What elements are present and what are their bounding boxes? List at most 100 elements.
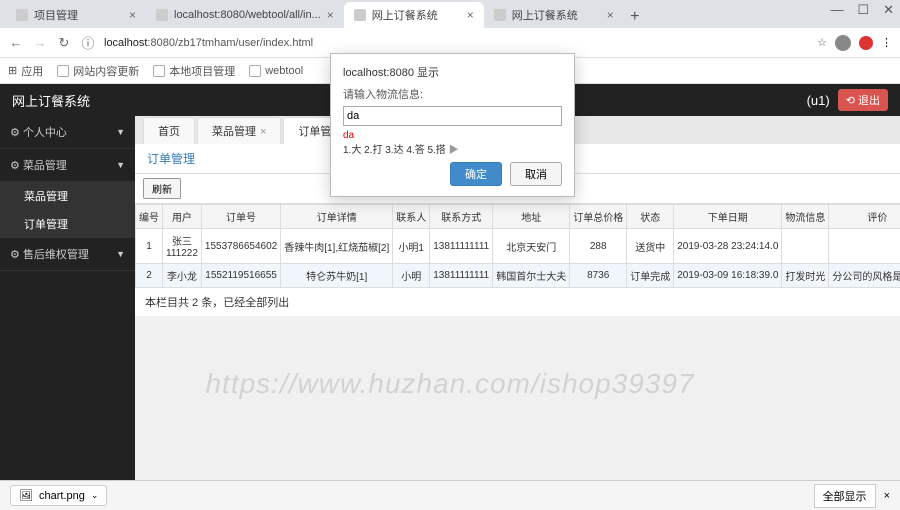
sidebar-item-dishes[interactable]: ⚙ 菜品管理▼ — [0, 149, 135, 182]
favicon-icon — [156, 9, 168, 21]
sidebar-sub-dishes[interactable]: 菜品管理 — [0, 182, 135, 210]
forward-icon[interactable]: → — [32, 35, 48, 50]
ime-candidates: 1.大 2.打 3.达 4.答 5.搭 — [343, 145, 446, 156]
sidebar-sub-orders[interactable]: 订单管理 — [0, 210, 135, 238]
bookmark-item[interactable]: 网站内容更新 — [57, 63, 139, 79]
refresh-button[interactable]: 刷新 — [143, 178, 181, 199]
browser-tab-active[interactable]: 网上订餐系统 × — [344, 2, 484, 28]
col-header[interactable]: 订单详情 — [281, 205, 393, 229]
close-icon[interactable]: × — [467, 8, 474, 22]
tab-label: 首页 — [158, 126, 180, 138]
col-header[interactable]: 用户 — [163, 205, 202, 229]
close-icon[interactable]: × — [129, 8, 136, 22]
tab-dishes[interactable]: 菜品管理 × — [197, 117, 281, 144]
close-icon[interactable]: × — [327, 8, 334, 22]
dialog-cancel-button[interactable]: 取消 — [510, 162, 562, 186]
table-cell: 13811111111 — [430, 264, 493, 288]
show-all-button[interactable]: 全部显示 — [814, 484, 876, 508]
download-filename: chart.png — [39, 490, 85, 502]
col-header[interactable]: 状态 — [627, 205, 674, 229]
url-host: localhost — [104, 37, 147, 49]
sidebar: ⚙ 个人中心▼ ⚙ 菜品管理▼ 菜品管理 订单管理 ⚙ 售后维权管理 ▼ — [0, 116, 135, 502]
order-table-wrap: 编号用户订单号订单详情联系人联系方式地址订单总价格状态下单日期物流信息评价回复状… — [135, 204, 900, 288]
user-label[interactable]: (u1) — [807, 93, 830, 108]
sidebar-label: 售后维权管理 — [23, 249, 89, 261]
dialog-input[interactable] — [343, 106, 562, 126]
table-summary: 本栏目共 2 条，已经全部列出 — [135, 288, 900, 316]
extension-icon[interactable] — [859, 36, 873, 50]
minimize-icon[interactable]: — — [830, 2, 843, 18]
gear-icon: ⚙ — [10, 127, 20, 139]
table-cell: 13811111111 — [430, 229, 493, 264]
logout-button[interactable]: ⟲ 退出 — [838, 89, 888, 111]
url-input[interactable]: localhost:8080/zb17tmham/user/index.html — [104, 37, 809, 49]
menu-icon[interactable]: ⋮ — [881, 36, 892, 49]
bookmark-label: webtool — [265, 65, 303, 77]
sidebar-label: 菜品管理 — [23, 160, 67, 172]
col-header[interactable]: 下单日期 — [674, 205, 782, 229]
table-cell: 288 — [570, 229, 627, 264]
bookmark-item[interactable]: 本地项目管理 — [153, 63, 235, 79]
prompt-dialog: localhost:8080 显示 请输入物流信息: da1.大 2.打 3.达… — [330, 53, 575, 197]
tab-title: 网上订餐系统 — [372, 7, 438, 23]
favicon-icon — [494, 9, 506, 21]
favicon-icon — [16, 9, 28, 21]
col-header[interactable]: 物流信息 — [782, 205, 829, 229]
browser-tab[interactable]: localhost:8080/webtool/all/in... × — [146, 2, 344, 28]
bookmark-label: 本地项目管理 — [169, 63, 235, 79]
table-cell: 2019-03-09 16:18:39.0 — [674, 264, 782, 288]
table-row: 2李小龙1552119516655特仑苏牛奶[1]小明13811111111韩国… — [136, 264, 900, 288]
order-table: 编号用户订单号订单详情联系人联系方式地址订单总价格状态下单日期物流信息评价回复状… — [135, 204, 900, 288]
gear-icon: ⚙ — [10, 249, 20, 261]
col-header[interactable]: 地址 — [493, 205, 570, 229]
col-header[interactable]: 订单号 — [201, 205, 280, 229]
dialog-ok-button[interactable]: 确定 — [450, 162, 502, 186]
table-cell: 1553786654602 — [201, 229, 280, 264]
table-cell: 2 — [136, 264, 163, 288]
col-header[interactable]: 评价 — [829, 205, 900, 229]
browser-tab[interactable]: 网上订餐系统 × — [484, 2, 624, 28]
close-window-icon[interactable]: ✕ — [883, 2, 894, 18]
bookmark-item[interactable]: webtool — [249, 65, 303, 77]
gear-icon: ⚙ — [10, 160, 20, 172]
reload-icon[interactable]: ↻ — [56, 35, 72, 51]
avatar-icon[interactable] — [835, 35, 851, 51]
new-tab-button[interactable]: + — [624, 6, 646, 28]
bookmark-star-icon[interactable]: ☆ — [817, 36, 827, 49]
table-cell: 打发时光 — [782, 264, 829, 288]
chevron-down-icon[interactable]: ⌄ — [91, 490, 99, 501]
col-header[interactable]: 联系方式 — [430, 205, 493, 229]
back-icon[interactable]: ← — [8, 35, 24, 50]
close-icon[interactable]: × — [884, 490, 890, 502]
apps-button[interactable]: ⊞应用 — [8, 63, 43, 79]
download-bar: 🖼 chart.png ⌄ 全部显示 × — [0, 480, 900, 510]
chevron-down-icon: ▼ — [116, 249, 125, 259]
tab-label: 菜品管理 — [212, 126, 256, 138]
download-item[interactable]: 🖼 chart.png ⌄ — [10, 485, 107, 506]
page-icon — [57, 65, 69, 77]
ime-typed: da — [343, 130, 354, 141]
browser-tab[interactable]: 项目管理× — [6, 2, 146, 28]
tab-home[interactable]: 首页 — [143, 117, 195, 144]
sidebar-item-personal[interactable]: ⚙ 个人中心▼ — [0, 116, 135, 149]
col-header[interactable]: 联系人 — [393, 205, 430, 229]
table-cell: 订单完成 — [627, 264, 674, 288]
maximize-icon[interactable]: ☐ — [857, 2, 869, 18]
table-cell: 2019-03-28 23:24:14.0 — [674, 229, 782, 264]
tab-title: 网上订餐系统 — [512, 7, 578, 23]
col-header[interactable]: 订单总价格 — [570, 205, 627, 229]
table-cell: 8736 — [570, 264, 627, 288]
col-header[interactable]: 编号 — [136, 205, 163, 229]
sidebar-label: 个人中心 — [23, 127, 67, 139]
apps-icon: ⊞ — [8, 64, 17, 77]
ime-bar[interactable]: da1.大 2.打 3.达 4.答 5.搭 ▶ — [343, 130, 562, 156]
table-cell: 小明1 — [393, 229, 430, 264]
tab-title: localhost:8080/webtool/all/in... — [174, 9, 321, 21]
sidebar-item-aftersale[interactable]: ⚙ 售后维权管理 ▼ — [0, 238, 135, 271]
info-icon[interactable]: ⓘ — [80, 33, 96, 52]
table-cell: 李小龙 — [163, 264, 202, 288]
file-icon: 🖼 — [19, 489, 33, 502]
close-icon[interactable]: × — [260, 126, 266, 138]
table-cell: 北京天安门 — [493, 229, 570, 264]
close-icon[interactable]: × — [607, 8, 614, 22]
